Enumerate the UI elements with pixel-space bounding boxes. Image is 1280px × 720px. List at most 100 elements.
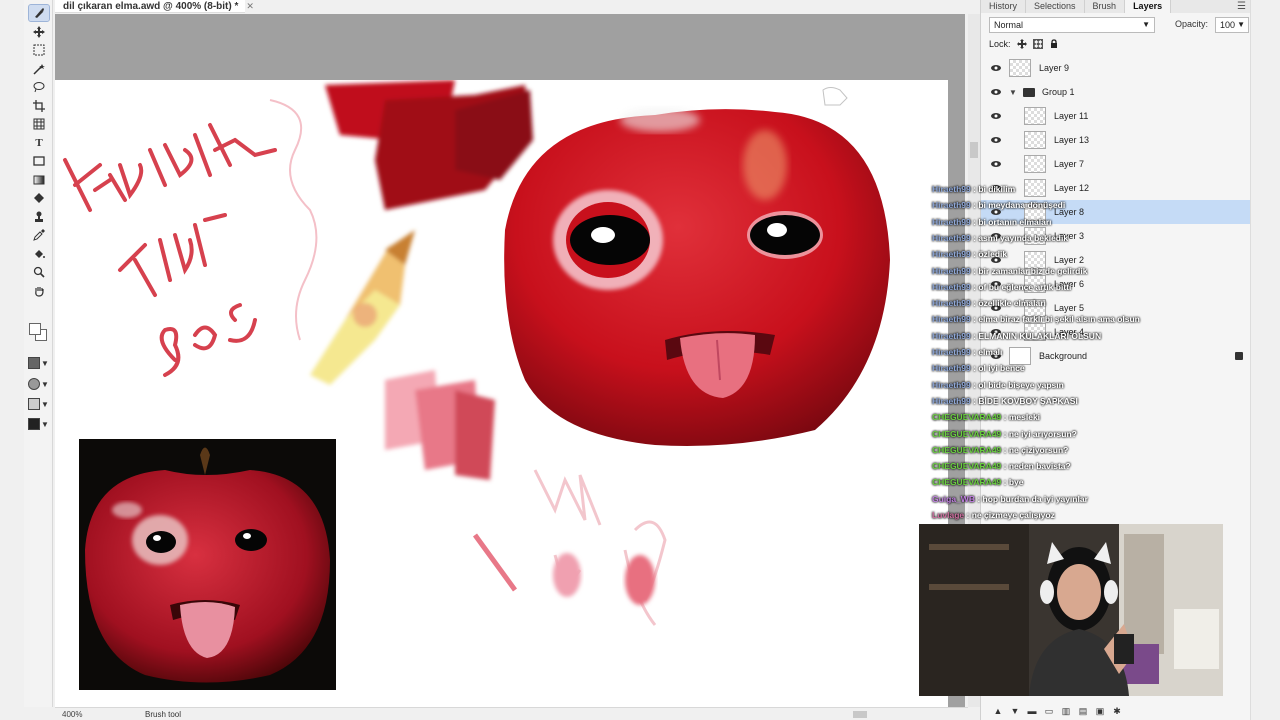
chat-username: Hiraeth99 xyxy=(932,298,971,309)
chat-text: hop burdan da iyi yayınlar xyxy=(982,493,1088,504)
shape-tool-icon[interactable] xyxy=(29,153,49,169)
new-layer-icon[interactable]: ▭ xyxy=(1044,706,1054,717)
move-tool-icon[interactable] xyxy=(29,24,49,40)
horizontal-scrollbar[interactable] xyxy=(315,711,1005,718)
lock-position-icon[interactable] xyxy=(1016,39,1027,49)
chat-text: ne iyi arıyorsun? xyxy=(1008,428,1077,439)
eyedropper-tool-icon[interactable] xyxy=(29,227,49,243)
brush-tool-icon[interactable] xyxy=(28,4,50,22)
layer-thumbnail xyxy=(1024,155,1046,173)
layer-settings-gear-icon[interactable]: ✱ xyxy=(1112,706,1122,717)
blend-mode-select[interactable]: Normal ▼ xyxy=(989,17,1155,33)
texture-selector[interactable]: ▼ xyxy=(28,417,50,431)
webcam-feed xyxy=(919,524,1223,696)
chat-separator: : xyxy=(1001,461,1009,472)
drawing-canvas[interactable] xyxy=(55,80,948,707)
chat-separator: : xyxy=(1001,428,1009,439)
chat-message: CHEGUEVARA49 : neden bavista? xyxy=(932,461,1071,476)
opacity-input[interactable]: 100 ▼ xyxy=(1215,17,1249,33)
hand-tool-icon[interactable] xyxy=(29,283,49,299)
foreground-color-swatch[interactable] xyxy=(29,323,41,335)
layers-panel-footer: ▲ ▼ ▬ ▭ ▥ ▤ ▣ ✱ xyxy=(981,702,1251,720)
hamburger-menu-icon[interactable]: ☰ xyxy=(1237,1,1246,12)
eye-icon[interactable] xyxy=(991,112,1001,120)
pattern-selector[interactable]: ▼ xyxy=(28,397,50,411)
vertical-scrollbar-thumb[interactable] xyxy=(970,142,978,158)
chat-username: CHEGUEVARA49 xyxy=(932,412,1002,423)
chevron-down-icon: ▼ xyxy=(41,379,49,389)
layer-row-group[interactable]: ▼ Group 1 xyxy=(981,80,1251,104)
tab-history[interactable]: History xyxy=(981,0,1027,13)
chat-username: Hiraeth99 xyxy=(932,200,971,211)
document-tab[interactable]: dil çıkaran elma.awd @ 400% (8-bit) * ✕ xyxy=(55,0,254,13)
chat-username: Hiraeth99 xyxy=(932,347,971,357)
chat-username: Guiga_WB xyxy=(932,493,975,504)
reference-photo xyxy=(79,439,336,690)
chat-text: özellikle elmaları xyxy=(978,298,1046,309)
chat-message: Hiraeth99 : elmalı xyxy=(932,347,1002,362)
chat-message: Hiraeth99 : bi dikilim xyxy=(932,184,1015,199)
layer-row[interactable]: Layer 13 xyxy=(981,128,1251,152)
gradient-tool-icon[interactable] xyxy=(29,172,49,188)
move-up-icon[interactable]: ▲ xyxy=(993,706,1003,716)
close-icon[interactable]: ✕ xyxy=(246,1,254,12)
chat-separator: : xyxy=(1001,477,1009,488)
red-swatches xyxy=(325,80,533,210)
texture-icon xyxy=(28,418,40,430)
chat-message: CHEGUEVARA49 : ne çiziyorsun? xyxy=(932,445,1068,460)
lock-transparency-icon[interactable] xyxy=(1032,39,1043,49)
clone-stamp-tool-icon[interactable] xyxy=(29,209,49,225)
layer-row[interactable]: Layer 7 xyxy=(981,152,1251,176)
opacity-value: 100 xyxy=(1220,20,1236,30)
layer-row[interactable]: Layer 11 xyxy=(981,104,1251,128)
brush-preset-icon xyxy=(28,357,40,369)
chat-message: Hiraeth99 : ELMANIN KULAKLARI OLSUN xyxy=(932,331,1101,346)
text-tool-icon[interactable]: T xyxy=(29,135,49,151)
chat-text: bi dikilim xyxy=(978,184,1016,194)
pink-swatches xyxy=(385,370,495,480)
layer-row[interactable]: Layer 9 xyxy=(981,56,1251,80)
tool-option-selector[interactable]: ▼ xyxy=(28,377,50,391)
tab-layers[interactable]: Layers xyxy=(1125,0,1172,13)
chevron-down-icon[interactable]: ▼ xyxy=(1009,88,1017,97)
tab-selections[interactable]: Selections xyxy=(1026,0,1085,13)
horizontal-scrollbar-thumb[interactable] xyxy=(853,711,867,718)
delete-layer-icon[interactable]: ▥ xyxy=(1061,706,1071,717)
tab-brush[interactable]: Brush xyxy=(1085,0,1126,13)
pattern-icon xyxy=(28,398,40,410)
chat-separator: : xyxy=(1001,444,1009,455)
eye-icon[interactable] xyxy=(991,136,1001,144)
lock-all-icon[interactable] xyxy=(1049,39,1059,49)
crop-tool-icon[interactable] xyxy=(29,98,49,114)
lasso-tool-icon[interactable] xyxy=(29,79,49,95)
artwork xyxy=(63,80,890,690)
chat-username: Luvlage xyxy=(932,510,965,520)
chat-username: CHEGUEVARA49 xyxy=(932,461,1002,472)
magic-wand-tool-icon[interactable] xyxy=(29,61,49,77)
new-group-icon[interactable]: ▬ xyxy=(1027,706,1037,716)
grid-tool-icon[interactable] xyxy=(29,116,49,132)
eye-icon[interactable] xyxy=(991,160,1001,168)
canvas-viewport[interactable] xyxy=(55,14,965,707)
fill-bucket-tool-icon[interactable] xyxy=(29,246,49,262)
zoom-tool-icon[interactable] xyxy=(29,264,49,280)
chat-username: Hiraeth99 xyxy=(932,363,971,374)
marquee-tool-icon[interactable] xyxy=(29,42,49,58)
document-title: dil çıkaran elma.awd @ 400% (8-bit) * xyxy=(63,0,239,12)
layer-row[interactable]: Layer 12 xyxy=(981,176,1251,200)
chat-text: mesleki xyxy=(1008,412,1041,423)
zoom-level[interactable]: 400% xyxy=(55,710,89,719)
eraser-tool-icon[interactable] xyxy=(29,190,49,206)
eye-icon[interactable] xyxy=(991,64,1001,72)
duplicate-layer-icon[interactable]: ▣ xyxy=(1095,706,1105,717)
chat-separator: : xyxy=(964,510,972,520)
blend-mode-value: Normal xyxy=(994,20,1024,30)
chat-text: BİDE KOVBOY ŞAPKASI xyxy=(978,395,1078,406)
layer-name: Background xyxy=(1039,351,1088,361)
merge-layer-icon[interactable]: ▤ xyxy=(1078,706,1088,717)
chevron-down-icon: ▼ xyxy=(41,358,49,368)
move-down-icon[interactable]: ▼ xyxy=(1010,706,1020,716)
eye-icon[interactable] xyxy=(991,88,1001,96)
chat-username: Hiraeth99 xyxy=(932,216,971,227)
brush-preset-selector[interactable]: ▼ xyxy=(28,356,50,370)
